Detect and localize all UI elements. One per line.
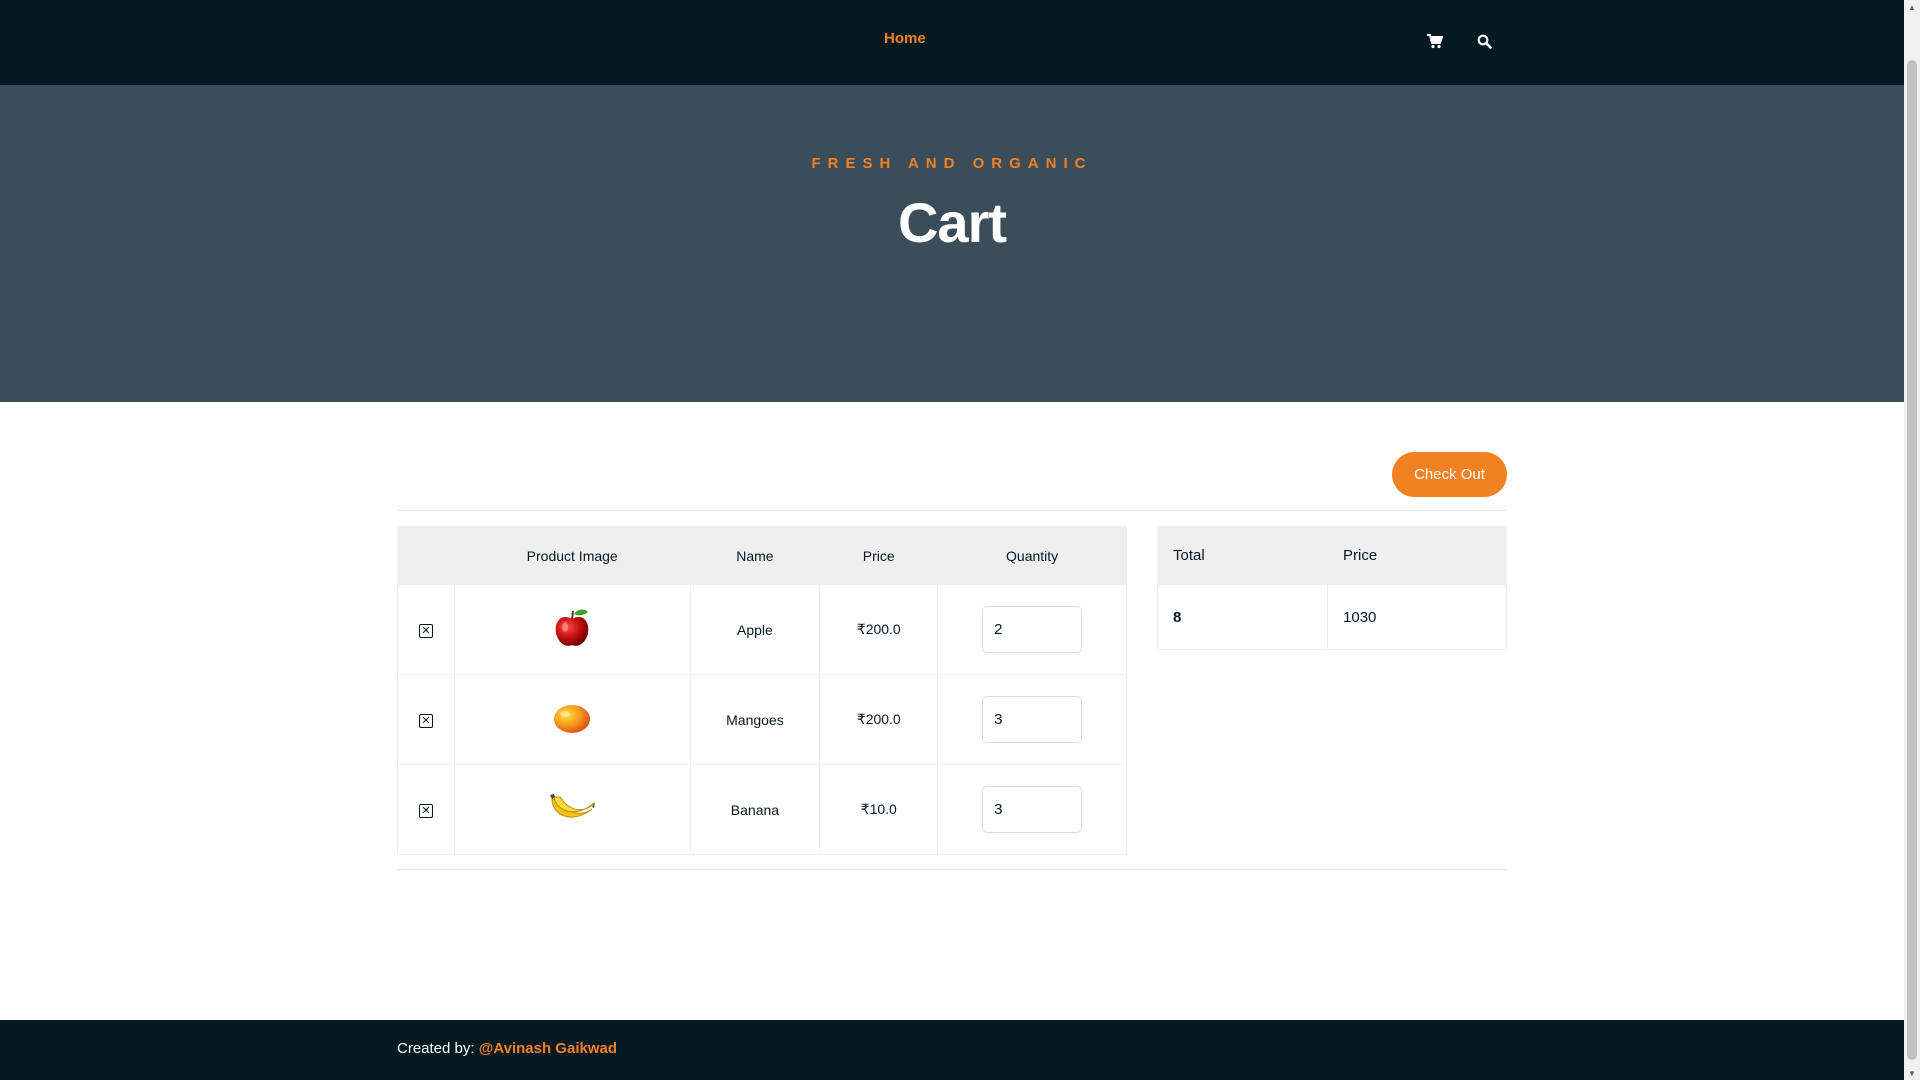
product-price: ₹200.0 bbox=[819, 584, 939, 675]
header-price: Price bbox=[819, 526, 939, 585]
total-price: 1030 bbox=[1327, 584, 1507, 650]
divider-top bbox=[397, 510, 1507, 511]
check-out-button[interactable]: Check Out bbox=[1392, 452, 1507, 497]
header-remove bbox=[397, 526, 455, 585]
top-navbar: Home bbox=[0, 0, 1904, 85]
scroll-up-icon[interactable]: ▲ bbox=[1904, 0, 1920, 14]
cart-table: Product Image Name Price Quantity ✕ Appl… bbox=[397, 526, 1127, 855]
product-image-cell bbox=[453, 674, 691, 765]
remove-cell: ✕ bbox=[397, 764, 455, 855]
remove-cell: ✕ bbox=[397, 674, 455, 765]
quantity-cell bbox=[937, 764, 1127, 855]
vertical-scrollbar[interactable]: ▲ ▼ bbox=[1904, 0, 1920, 1080]
product-name: Apple bbox=[689, 584, 821, 675]
mango-image bbox=[552, 701, 592, 738]
scroll-down-icon[interactable]: ▼ bbox=[1904, 1066, 1920, 1080]
footer: Created by: @Avinash Gaikwad bbox=[0, 1020, 1904, 1080]
search-icon[interactable] bbox=[1473, 30, 1495, 52]
product-name: Mangoes bbox=[689, 674, 821, 765]
total-table-header-row: Total Price bbox=[1156, 526, 1507, 585]
footer-credit: Created by: @Avinash Gaikwad bbox=[397, 1040, 617, 1057]
quantity-input[interactable] bbox=[982, 786, 1083, 833]
remove-item-icon[interactable]: ✕ bbox=[418, 624, 433, 639]
remove-cell: ✕ bbox=[397, 584, 455, 675]
total-table: Total Price 8 1030 bbox=[1156, 526, 1507, 650]
header-name: Name bbox=[689, 526, 821, 585]
quantity-cell bbox=[937, 674, 1127, 765]
table-row: 8 1030 bbox=[1156, 584, 1507, 650]
banana-image bbox=[548, 791, 596, 828]
author-link[interactable]: @Avinash Gaikwad bbox=[479, 1040, 617, 1057]
nav-home-link[interactable]: Home bbox=[884, 30, 926, 47]
table-row: ✕ bbox=[397, 584, 1127, 675]
header-product-image: Product Image bbox=[453, 526, 691, 585]
product-name: Banana bbox=[689, 764, 821, 855]
product-image-cell bbox=[453, 764, 691, 855]
hero-subtitle: FRESH AND ORGANIC bbox=[811, 155, 1093, 172]
product-price: ₹10.0 bbox=[819, 764, 939, 855]
product-price: ₹200.0 bbox=[819, 674, 939, 765]
footer-prefix: Created by: bbox=[397, 1040, 479, 1057]
hero-banner: FRESH AND ORGANIC Cart bbox=[0, 85, 1904, 402]
page-title: Cart bbox=[897, 191, 1007, 254]
cart-table-header-row: Product Image Name Price Quantity bbox=[397, 526, 1127, 585]
total-quantity: 8 bbox=[1156, 584, 1329, 650]
divider-bottom bbox=[397, 869, 1507, 870]
remove-item-icon[interactable]: ✕ bbox=[418, 804, 433, 819]
product-image-cell bbox=[453, 584, 691, 675]
apple-image bbox=[552, 607, 592, 652]
table-row: ✕ Banana ₹10.0 bbox=[397, 764, 1127, 855]
quantity-input[interactable] bbox=[982, 696, 1083, 743]
shopping-cart-icon[interactable] bbox=[1424, 30, 1446, 52]
header-quantity: Quantity bbox=[937, 526, 1127, 585]
header-total-price: Price bbox=[1327, 526, 1507, 585]
remove-item-icon[interactable]: ✕ bbox=[418, 714, 433, 729]
header-total: Total bbox=[1156, 526, 1329, 585]
quantity-cell bbox=[937, 584, 1127, 675]
table-row: ✕ bbox=[397, 674, 1127, 765]
quantity-input[interactable] bbox=[982, 606, 1083, 653]
scrollbar-thumb[interactable] bbox=[1907, 60, 1917, 1060]
